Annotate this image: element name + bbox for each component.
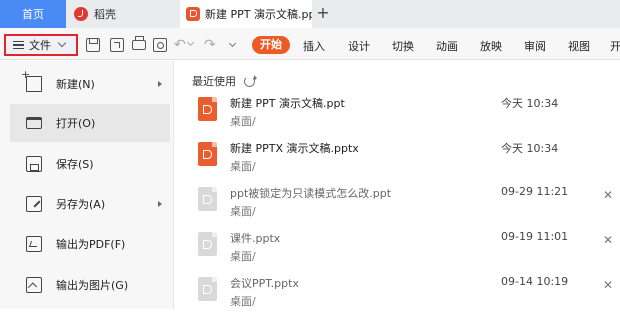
ppt-file-icon [198,232,217,256]
undo-icon[interactable]: ↶ [174,38,188,52]
file-menu-button[interactable]: 文件 [4,34,78,56]
ppt-file-icon [198,187,217,211]
menu-item-label: 新建(N) [56,78,95,91]
recent-file-row[interactable]: 课件.pptx 桌面/ 09-19 11:01 ✕ [190,226,620,272]
remove-recent-close-icon[interactable]: ✕ [603,234,613,246]
menu-item-label: 另存为(A) [56,198,106,211]
ppt-file-icon [198,142,217,166]
tab-bar: 首页 稻壳 新建 PPT 演示文稿.pp + [0,0,620,28]
menu-item-open[interactable]: 打开(O) [10,104,170,142]
file-path: 桌面/ [230,250,256,263]
recent-header: 最近使用 [192,73,257,89]
ppt-file-icon [198,277,217,301]
export-icon[interactable] [110,38,124,52]
hamburger-icon [13,41,24,49]
quick-access-more-icon[interactable] [228,39,237,48]
tab-daoke[interactable]: 稻壳 [66,0,166,28]
tab-design[interactable]: 设计 [348,38,370,54]
menu-item-save-as[interactable]: 另存为(A) [10,185,170,223]
menu-item-label: 输出为PDF(F) [56,238,126,251]
tab-insert[interactable]: 插入 [303,38,325,54]
recent-file-row[interactable]: 会议PPT.pptx 桌面/ 09-14 10:19 ✕ [190,271,620,317]
print-preview-icon[interactable] [153,38,167,52]
tab-review[interactable]: 审阅 [524,38,546,54]
file-time: 09-14 10:19 [501,275,569,288]
recent-file-row[interactable]: ppt被锁定为只读模式怎么改.ppt 桌面/ 09-29 11:21 ✕ [190,181,620,227]
save-as-icon [26,196,42,212]
menu-item-label: 输出为图片(G) [56,279,129,292]
save-icon[interactable] [86,38,100,52]
tab-home[interactable]: 首页 [0,0,66,28]
daoke-logo-icon [74,7,88,21]
print-icon[interactable] [132,36,146,50]
file-path: 桌面/ [230,160,256,173]
file-name: 新建 PPTX 演示文稿.pptx [230,142,359,155]
export-image-icon [26,277,42,293]
file-menu-label: 文件 [29,39,51,52]
recent-title: 最近使用 [192,75,236,88]
redo-icon[interactable]: ↷ [204,38,218,52]
open-folder-icon [26,117,42,129]
ppt-file-icon [198,97,217,121]
file-time: 09-19 11:01 [501,230,569,243]
file-name: 课件.pptx [230,232,281,245]
file-time: 今天 10:34 [501,142,559,155]
file-menu-panel: 新建(N) 打开(O) 保存(S) 另存为(A) 输出为PDF(F) 输出为图片… [0,61,174,309]
remove-recent-close-icon[interactable]: ✕ [603,189,613,201]
new-tab-button[interactable]: + [314,4,332,22]
undo-dropdown-icon[interactable] [186,38,195,47]
tab-transition[interactable]: 切换 [392,38,414,54]
tab-document-label: 新建 PPT 演示文稿.pp [205,8,312,21]
tab-home-label: 首页 [22,8,44,21]
tab-start[interactable]: 开始 [252,36,290,54]
save-icon [26,156,42,172]
menu-item-save[interactable]: 保存(S) [10,145,170,183]
chevron-down-icon [57,38,67,48]
submenu-arrow-icon [158,201,162,207]
file-path: 桌面/ [230,295,256,308]
file-path: 桌面/ [230,115,256,128]
menu-item-export-image[interactable]: 输出为图片(G) [10,266,170,304]
file-time: 09-29 11:21 [501,185,569,198]
submenu-arrow-icon [158,81,162,87]
file-name: 新建 PPT 演示文稿.ppt [230,97,345,110]
export-pdf-icon [26,236,42,252]
tab-view[interactable]: 视图 [568,38,590,54]
refresh-icon[interactable] [244,74,257,87]
menu-item-label: 打开(O) [56,117,96,130]
file-path: 桌面/ [230,205,256,218]
file-time: 今天 10:34 [501,97,559,110]
file-name: ppt被锁定为只读模式怎么改.ppt [230,187,392,200]
tab-daoke-label: 稻壳 [94,8,116,21]
ppt-file-icon [186,7,200,21]
tab-slideshow[interactable]: 放映 [480,38,502,54]
tab-document[interactable]: 新建 PPT 演示文稿.pp [180,0,312,28]
tab-overflow[interactable]: 开 [610,38,620,54]
tab-animation[interactable]: 动画 [436,38,458,54]
file-name: 会议PPT.pptx [230,277,299,290]
new-file-icon [21,68,42,92]
menu-item-export-pdf[interactable]: 输出为PDF(F) [10,225,170,263]
remove-recent-close-icon[interactable]: ✕ [603,279,613,291]
menu-item-new[interactable]: 新建(N) [10,65,170,103]
recent-file-row[interactable]: 新建 PPT 演示文稿.ppt 桌面/ 今天 10:34 [190,91,620,137]
menu-item-label: 保存(S) [56,158,94,171]
toolbar: 文件 ↶ ↷ 开始 插入 设计 切换 动画 放映 审阅 视图 开 [0,28,620,60]
recent-file-row[interactable]: 新建 PPTX 演示文稿.pptx 桌面/ 今天 10:34 [190,136,620,182]
